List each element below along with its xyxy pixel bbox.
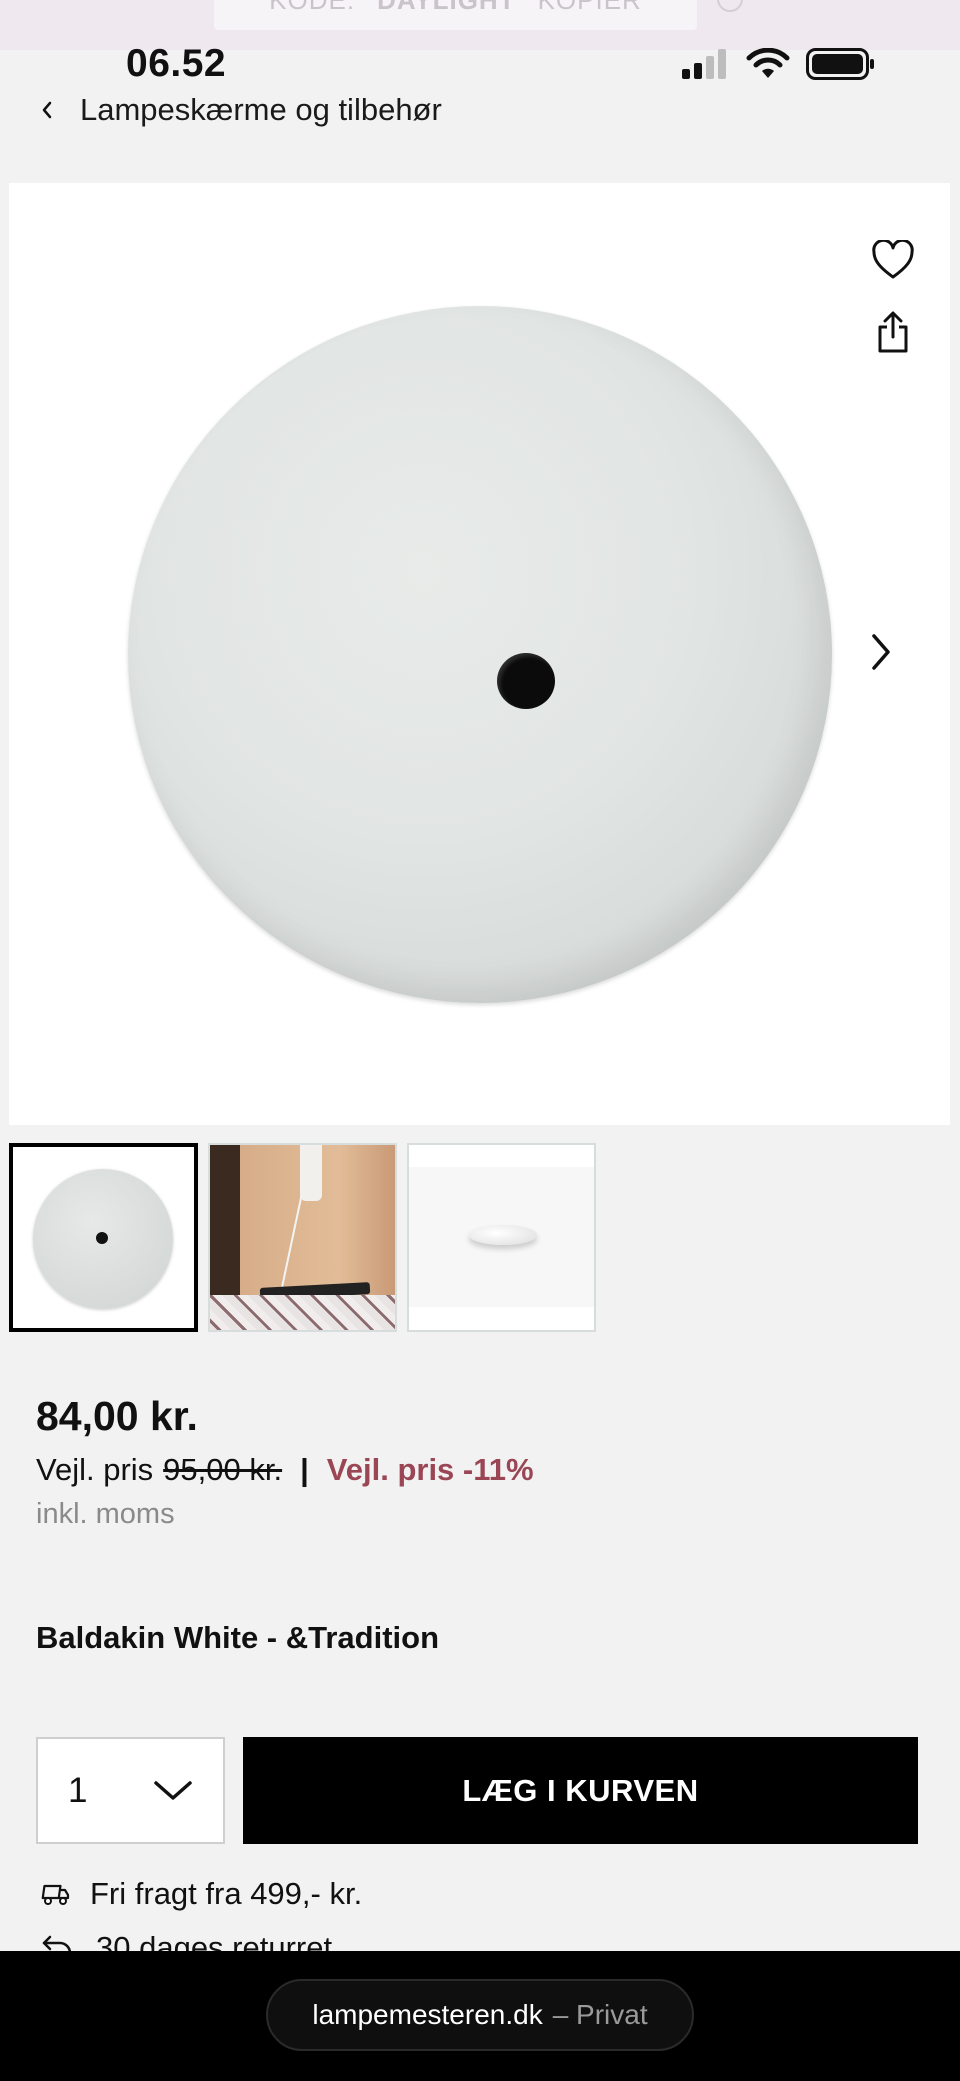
- thumbnail-disc-hole: [96, 1232, 108, 1244]
- quantity-value: 1: [68, 1770, 88, 1810]
- product-price: 84,00 kr.: [36, 1393, 198, 1439]
- promo-code-label: KODE:: [269, 0, 356, 15]
- quantity-select[interactable]: 1: [36, 1737, 225, 1844]
- chevron-left-icon: [42, 101, 52, 119]
- thumbnail-canopy-image: [469, 1225, 537, 1245]
- thumbnail-2[interactable]: [208, 1143, 397, 1332]
- thumbnail-1[interactable]: [9, 1143, 198, 1332]
- product-image-hole: [497, 653, 555, 709]
- thumbnail-strip: [9, 1143, 596, 1332]
- rrp-line: Vejl. pris 95,00 kr. | Vejl. pris -11%: [36, 1452, 534, 1488]
- chevron-right-icon: [872, 634, 890, 670]
- share-button[interactable]: [858, 297, 928, 367]
- favorite-button[interactable]: [858, 225, 928, 295]
- thumbnail-table: [210, 1295, 395, 1330]
- breadcrumb-back[interactable]: Lampeskærme og tilbehør: [40, 92, 442, 128]
- heart-icon: [872, 240, 914, 279]
- share-icon: [878, 311, 908, 353]
- info-icon[interactable]: [717, 0, 743, 12]
- shipping-text: Fri fragt fra 499,- kr.: [90, 1876, 363, 1911]
- thumbnail-3[interactable]: [407, 1143, 596, 1332]
- thumbnail-cord: [279, 1195, 303, 1295]
- promo-code: DAYLIGHT: [377, 0, 516, 15]
- product-title: Baldakin White - &Tradition: [36, 1620, 440, 1655]
- product-image: [128, 306, 832, 1003]
- truck-icon: [41, 1884, 70, 1905]
- battery-icon: [806, 48, 874, 80]
- private-mode-label: – Privat: [552, 1999, 648, 2030]
- thumbnail-lamp-image: [300, 1145, 322, 1201]
- breadcrumb-label: Lampeskærme og tilbehør: [80, 92, 442, 127]
- address-bar[interactable]: lampemesteren.dk – Privat: [266, 1979, 694, 2051]
- add-to-cart-button[interactable]: LÆG I KURVEN: [243, 1737, 918, 1844]
- signal-icon: [682, 49, 726, 79]
- thumbnail-disc-image: [33, 1169, 173, 1309]
- vat-note: inkl. moms: [36, 1498, 175, 1530]
- price-separator: |: [300, 1452, 309, 1487]
- promo-code-pill: KODE: DAYLIGHT KOPIER: [214, 0, 697, 30]
- gallery-next-button[interactable]: [868, 617, 894, 687]
- discount-badge: Vejl. pris -11%: [326, 1452, 534, 1487]
- wifi-icon: [746, 48, 790, 78]
- rrp-label: Vejl. pris: [36, 1452, 154, 1487]
- address-host: lampemesteren.dk: [312, 1999, 543, 2030]
- status-icons: [680, 48, 876, 80]
- product-gallery[interactable]: [9, 183, 950, 1125]
- promo-copy-button[interactable]: KOPIER: [538, 0, 642, 16]
- chevron-down-icon: [154, 1780, 192, 1800]
- status-time: 06.52: [126, 42, 227, 85]
- shipping-info: Fri fragt fra 499,- kr.: [40, 1876, 362, 1912]
- rrp-value: 95,00 kr.: [163, 1452, 283, 1487]
